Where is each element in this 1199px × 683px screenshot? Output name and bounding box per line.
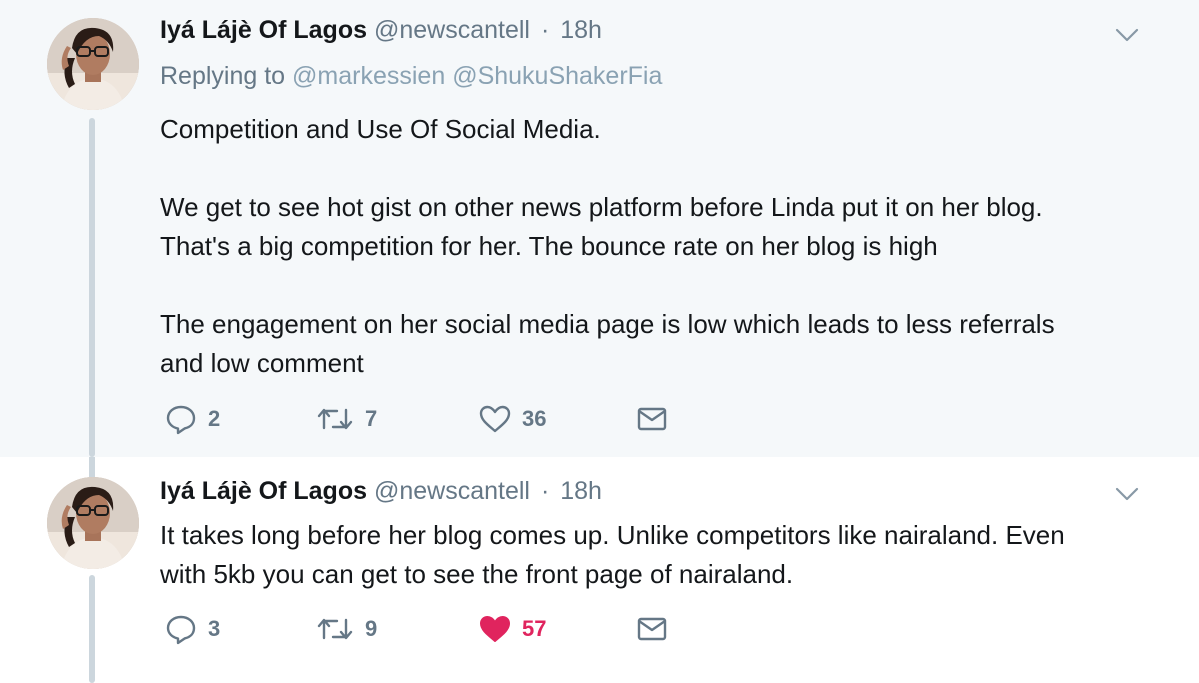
- avatar[interactable]: [47, 18, 139, 110]
- retweet-icon: [315, 612, 355, 646]
- tweet-header: Iyá Lájè Of Lagos @newscantell · 18h: [160, 16, 602, 46]
- tweet-text-line: with 5kb you can get to see the front pa…: [160, 559, 794, 589]
- retweet-button[interactable]: 9: [315, 609, 377, 649]
- like-button[interactable]: 57: [478, 609, 546, 649]
- reply-button[interactable]: 2: [164, 399, 220, 439]
- like-count: 36: [522, 406, 547, 431]
- tweet-text-line: Competition and Use Of Social Media.: [160, 114, 601, 144]
- author-handle[interactable]: @newscantell: [374, 16, 530, 44]
- reply-count: 2: [208, 406, 221, 431]
- separator-dot: ·: [540, 477, 550, 505]
- replying-to-label: Replying to: [160, 62, 286, 90]
- reply-count: 3: [208, 616, 221, 641]
- direct-message-button[interactable]: [636, 609, 668, 649]
- heart-filled-icon: [478, 612, 512, 646]
- tweet-actions: 2 7 36: [160, 399, 720, 439]
- envelope-icon: [636, 403, 668, 435]
- direct-message-button[interactable]: [636, 399, 668, 439]
- retweet-count: 7: [365, 406, 378, 431]
- retweet-count: 9: [365, 616, 378, 641]
- tweet[interactable]: Iyá Lájè Of Lagos @newscantell · 18h Rep…: [0, 0, 1199, 457]
- avatar-image: [47, 18, 139, 110]
- tweet-text-line: [160, 266, 1055, 305]
- chevron-down-icon[interactable]: [1114, 481, 1140, 507]
- retweet-icon: [315, 402, 355, 436]
- mention-link[interactable]: @markessien: [292, 62, 445, 90]
- thread-line: [89, 575, 95, 683]
- tweet-text: It takes long before her blog comes up. …: [160, 516, 1065, 594]
- author-handle[interactable]: @newscantell: [374, 477, 530, 505]
- tweet-text-line: [160, 149, 1055, 188]
- retweet-button[interactable]: 7: [315, 399, 377, 439]
- timestamp[interactable]: 18h: [560, 477, 602, 505]
- mention-link[interactable]: @ShukuShakerFia: [452, 62, 662, 90]
- timestamp[interactable]: 18h: [560, 16, 602, 44]
- reply-icon: [164, 612, 198, 646]
- chevron-down-icon[interactable]: [1114, 22, 1140, 48]
- tweet-text-line: That's a big competition for her. The bo…: [160, 231, 938, 261]
- avatar[interactable]: [47, 477, 139, 569]
- author-name[interactable]: Iyá Lájè Of Lagos: [160, 16, 367, 44]
- heart-icon: [478, 402, 512, 436]
- thread-line: [89, 118, 95, 457]
- tweet[interactable]: Iyá Lájè Of Lagos @newscantell · 18h It …: [0, 457, 1199, 683]
- reply-button[interactable]: 3: [164, 609, 220, 649]
- reply-icon: [164, 402, 198, 436]
- tweet-text-line: We get to see hot gist on other news pla…: [160, 192, 1043, 222]
- tweet-actions: 3 9 57: [160, 609, 720, 649]
- tweet-text-line: and low comment: [160, 348, 364, 378]
- thread-line: [89, 457, 95, 477]
- tweet-text-line: It takes long before her blog comes up. …: [160, 520, 1065, 550]
- like-count: 57: [522, 616, 547, 641]
- replying-to-line: Replying to @markessien @ShukuShakerFia: [160, 62, 662, 91]
- author-name[interactable]: Iyá Lájè Of Lagos: [160, 477, 367, 505]
- like-button[interactable]: 36: [478, 399, 546, 439]
- tweet-text: Competition and Use Of Social Media. We …: [160, 110, 1055, 383]
- tweet-header: Iyá Lájè Of Lagos @newscantell · 18h: [160, 477, 602, 507]
- avatar-image: [47, 477, 139, 569]
- envelope-icon: [636, 613, 668, 645]
- tweet-text-line: The engagement on her social media page …: [160, 309, 1055, 339]
- separator-dot: ·: [540, 16, 550, 44]
